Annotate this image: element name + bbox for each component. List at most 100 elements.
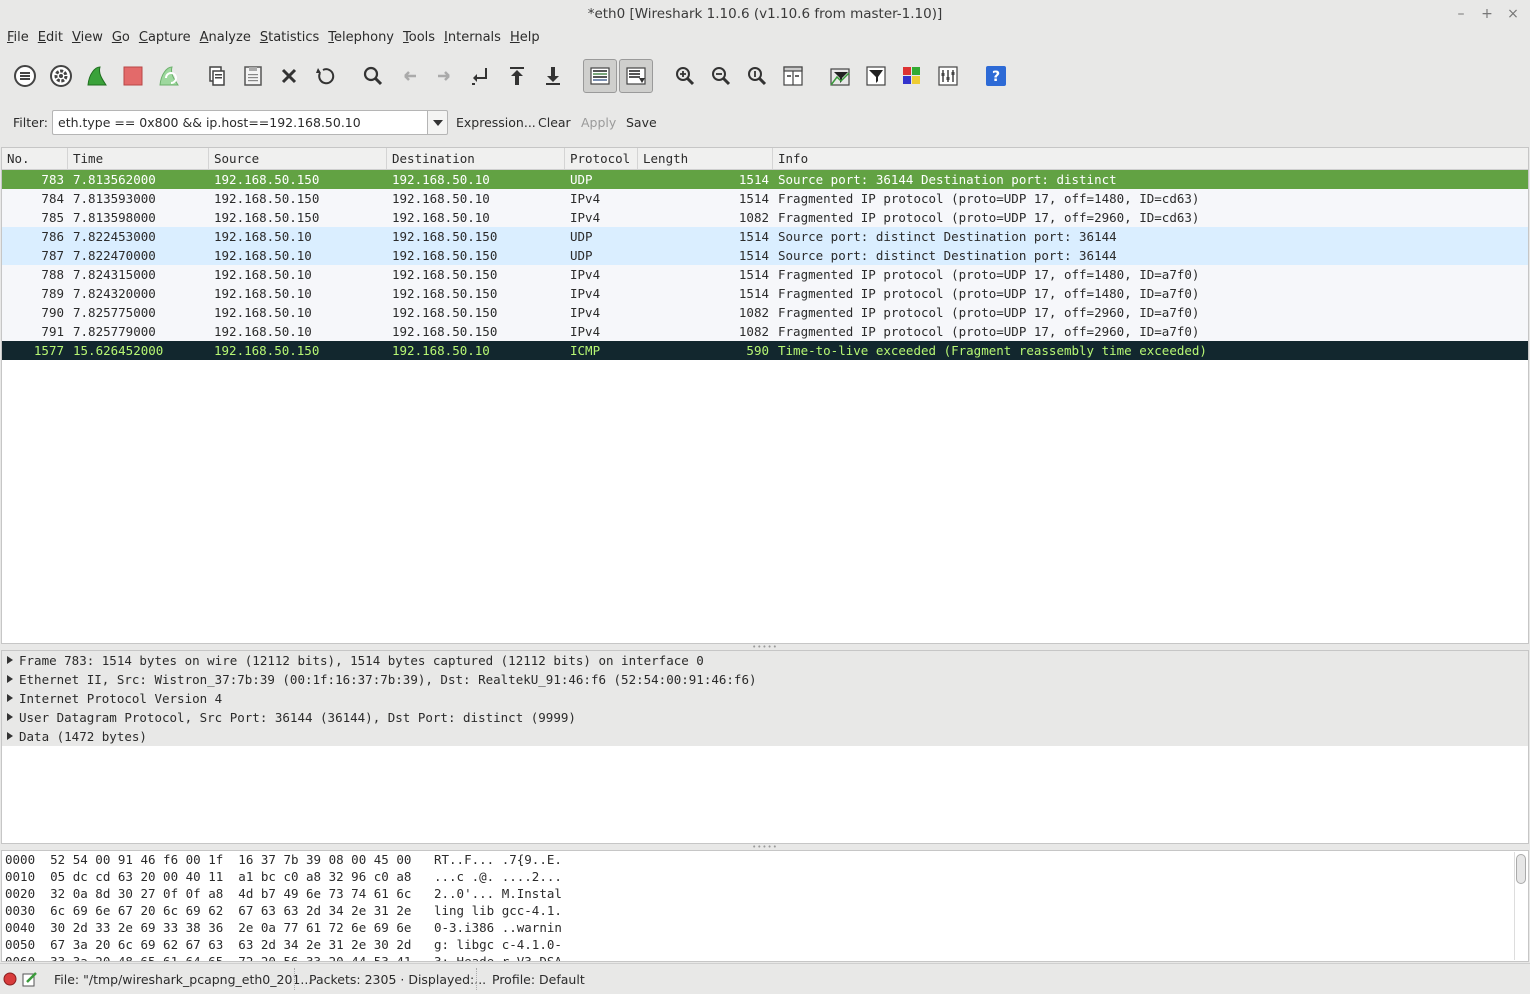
close-file-icon[interactable] xyxy=(275,62,303,90)
filter-dropdown-button[interactable] xyxy=(427,110,448,135)
packet-row[interactable]: 784 7.813593000 192.168.50.150 192.168.50.1… xyxy=(2,189,1528,208)
first-packet-icon[interactable] xyxy=(503,62,531,90)
find-packet-icon[interactable] xyxy=(359,62,387,90)
packet-row[interactable]: 787 7.822470000 192.168.50.10 192.168.50.15… xyxy=(2,246,1528,265)
detail-row-frame[interactable]: Frame 783: 1514 bytes on wire (12112 bit… xyxy=(2,651,1528,670)
clear-button[interactable]: Clear xyxy=(538,115,571,130)
expand-arrow-icon[interactable] xyxy=(7,675,13,683)
last-packet-icon[interactable] xyxy=(539,62,567,90)
menu-internals[interactable]: Internals xyxy=(444,28,501,50)
packet-row[interactable]: 783 7.813562000 192.168.50.150 192.168.50.1… xyxy=(2,170,1528,189)
packet-row[interactable]: 789 7.824320000 192.168.50.10 192.168.50.15… xyxy=(2,284,1528,303)
expand-arrow-icon[interactable] xyxy=(7,656,13,664)
packet-bytes[interactable]: 0000 52 54 00 91 46 f6 00 1f 16 37 7b 39… xyxy=(1,850,1529,962)
column-header-no[interactable]: No. xyxy=(2,148,68,169)
packet-cell-src: 192.168.50.150 xyxy=(214,210,320,225)
zoom-in-icon[interactable] xyxy=(671,62,699,90)
filter-input[interactable]: eth.type == 0x800 && ip.host==192.168.50… xyxy=(52,110,428,135)
edit-comment-icon[interactable] xyxy=(22,971,38,987)
packet-row[interactable]: 785 7.813598000 192.168.50.150 192.168.50.1… xyxy=(2,208,1528,227)
colorize-icon[interactable] xyxy=(583,59,617,93)
go-forward-icon[interactable] xyxy=(431,62,459,90)
filter-bar: Filter: eth.type == 0x800 && ip.host==19… xyxy=(0,108,1530,138)
minimize-icon[interactable]: – xyxy=(1454,0,1468,28)
stop-capture-icon[interactable] xyxy=(119,62,147,90)
packet-cell-src: 192.168.50.10 xyxy=(214,248,312,263)
capture-options-icon[interactable] xyxy=(47,62,75,90)
packet-details[interactable]: Frame 783: 1514 bytes on wire (12112 bit… xyxy=(1,650,1529,844)
svg-text:?: ? xyxy=(992,69,1000,85)
packet-cell-len: 1514 xyxy=(738,229,769,244)
go-to-packet-icon[interactable] xyxy=(467,62,495,90)
window-titlebar: *eth0 [Wireshark 1.10.6 (v1.10.6 from ma… xyxy=(0,0,1530,28)
save-file-icon[interactable] xyxy=(239,62,267,90)
detail-row-ethernet[interactable]: Ethernet II, Src: Wistron_37:7b:39 (00:1… xyxy=(2,670,1528,689)
packet-row[interactable]: 1577 15.626452000 192.168.50.150 192.168.50… xyxy=(2,341,1528,360)
menu-view[interactable]: View xyxy=(72,28,103,50)
menu-telephony[interactable]: Telephony xyxy=(328,28,394,50)
apply-button[interactable]: Apply xyxy=(581,115,616,130)
bytes-row[interactable]: 0010 05 dc cd 63 20 00 40 11 a1 bc c0 a8… xyxy=(2,868,1528,885)
packet-cell-proto: ICMP xyxy=(570,343,601,358)
packet-cell-dst: 192.168.50.150 xyxy=(392,267,498,282)
bytes-row[interactable]: 0050 67 3a 20 6c 69 62 67 63 63 2d 34 2e… xyxy=(2,936,1528,953)
packet-cell-no: 788 xyxy=(41,267,64,282)
zoom-out-icon[interactable] xyxy=(707,62,735,90)
packet-row[interactable]: 790 7.825775000 192.168.50.10 192.168.50.15… xyxy=(2,303,1528,322)
bytes-row[interactable]: 0040 30 2d 33 2e 69 33 38 36 2e 0a 77 61… xyxy=(2,919,1528,936)
bytes-row[interactable]: 0030 6c 69 6e 67 20 6c 69 62 67 63 63 2d… xyxy=(2,902,1528,919)
column-header-source[interactable]: Source xyxy=(209,148,387,169)
reload-icon[interactable] xyxy=(311,62,339,90)
close-window-icon[interactable]: × xyxy=(1506,0,1520,28)
packet-list[interactable]: No. Time Source Destination Protocol Len… xyxy=(1,147,1529,644)
detail-row-ip[interactable]: Internet Protocol Version 4 xyxy=(2,689,1528,708)
column-header-time[interactable]: Time xyxy=(68,148,209,169)
column-header-info[interactable]: Info xyxy=(773,148,1528,169)
column-header-length[interactable]: Length xyxy=(638,148,773,169)
interfaces-icon[interactable] xyxy=(11,62,39,90)
bytes-row[interactable]: 0060 33 3a 20 48 65 61 64 65 72 20 56 33… xyxy=(2,953,1528,961)
menu-analyze[interactable]: Analyze xyxy=(200,28,251,50)
column-header-protocol[interactable]: Protocol xyxy=(565,148,638,169)
maximize-icon[interactable]: + xyxy=(1480,0,1494,28)
display-filters-icon[interactable] xyxy=(862,62,890,90)
expand-arrow-icon[interactable] xyxy=(7,732,13,740)
normal-size-icon[interactable] xyxy=(743,62,771,90)
scrollbar-thumb[interactable] xyxy=(1516,854,1526,884)
start-capture-icon[interactable] xyxy=(83,62,111,90)
bytes-scrollbar[interactable] xyxy=(1514,852,1526,960)
go-back-icon[interactable] xyxy=(395,62,423,90)
open-file-icon[interactable] xyxy=(203,62,231,90)
save-filter-button[interactable]: Save xyxy=(626,115,657,130)
packet-row[interactable]: 788 7.824315000 192.168.50.10 192.168.50.15… xyxy=(2,265,1528,284)
detail-row-data[interactable]: Data (1472 bytes) xyxy=(2,727,1528,746)
packet-row[interactable]: 786 7.822453000 192.168.50.10 192.168.50.15… xyxy=(2,227,1528,246)
packet-cell-time: 7.813562000 xyxy=(73,172,156,187)
menu-edit[interactable]: Edit xyxy=(38,28,63,50)
menu-statistics[interactable]: Statistics xyxy=(260,28,319,50)
menu-file[interactable]: File xyxy=(7,28,29,50)
menu-tools[interactable]: Tools xyxy=(403,28,435,50)
capture-filters-icon[interactable] xyxy=(826,62,854,90)
menu-help[interactable]: Help xyxy=(510,28,540,50)
packet-cell-info: Source port: 36144 Destination port: dis… xyxy=(778,172,1117,187)
help-icon[interactable]: ? xyxy=(982,62,1010,90)
restart-capture-icon[interactable] xyxy=(155,62,183,90)
resize-columns-icon[interactable] xyxy=(779,62,807,90)
preferences-icon[interactable] xyxy=(934,62,962,90)
menu-go[interactable]: Go xyxy=(112,28,130,50)
status-profile[interactable]: Profile: Default xyxy=(492,972,585,987)
bytes-row[interactable]: 0020 32 0a 8d 30 27 0f 0f a8 4d b7 49 6e… xyxy=(2,885,1528,902)
bytes-row[interactable]: 0000 52 54 00 91 46 f6 00 1f 16 37 7b 39… xyxy=(2,851,1528,868)
detail-row-udp[interactable]: User Datagram Protocol, Src Port: 36144 … xyxy=(2,708,1528,727)
packet-row[interactable]: 791 7.825779000 192.168.50.10 192.168.50.15… xyxy=(2,322,1528,341)
expression-button[interactable]: Expression... xyxy=(456,115,536,130)
column-header-destination[interactable]: Destination xyxy=(387,148,565,169)
expand-arrow-icon[interactable] xyxy=(7,694,13,702)
auto-scroll-icon[interactable] xyxy=(619,59,653,93)
menu-capture[interactable]: Capture xyxy=(139,28,191,50)
packet-cell-dst: 192.168.50.150 xyxy=(392,229,498,244)
coloring-rules-icon[interactable] xyxy=(898,62,926,90)
capture-status-icon[interactable] xyxy=(3,972,17,986)
expand-arrow-icon[interactable] xyxy=(7,713,13,721)
